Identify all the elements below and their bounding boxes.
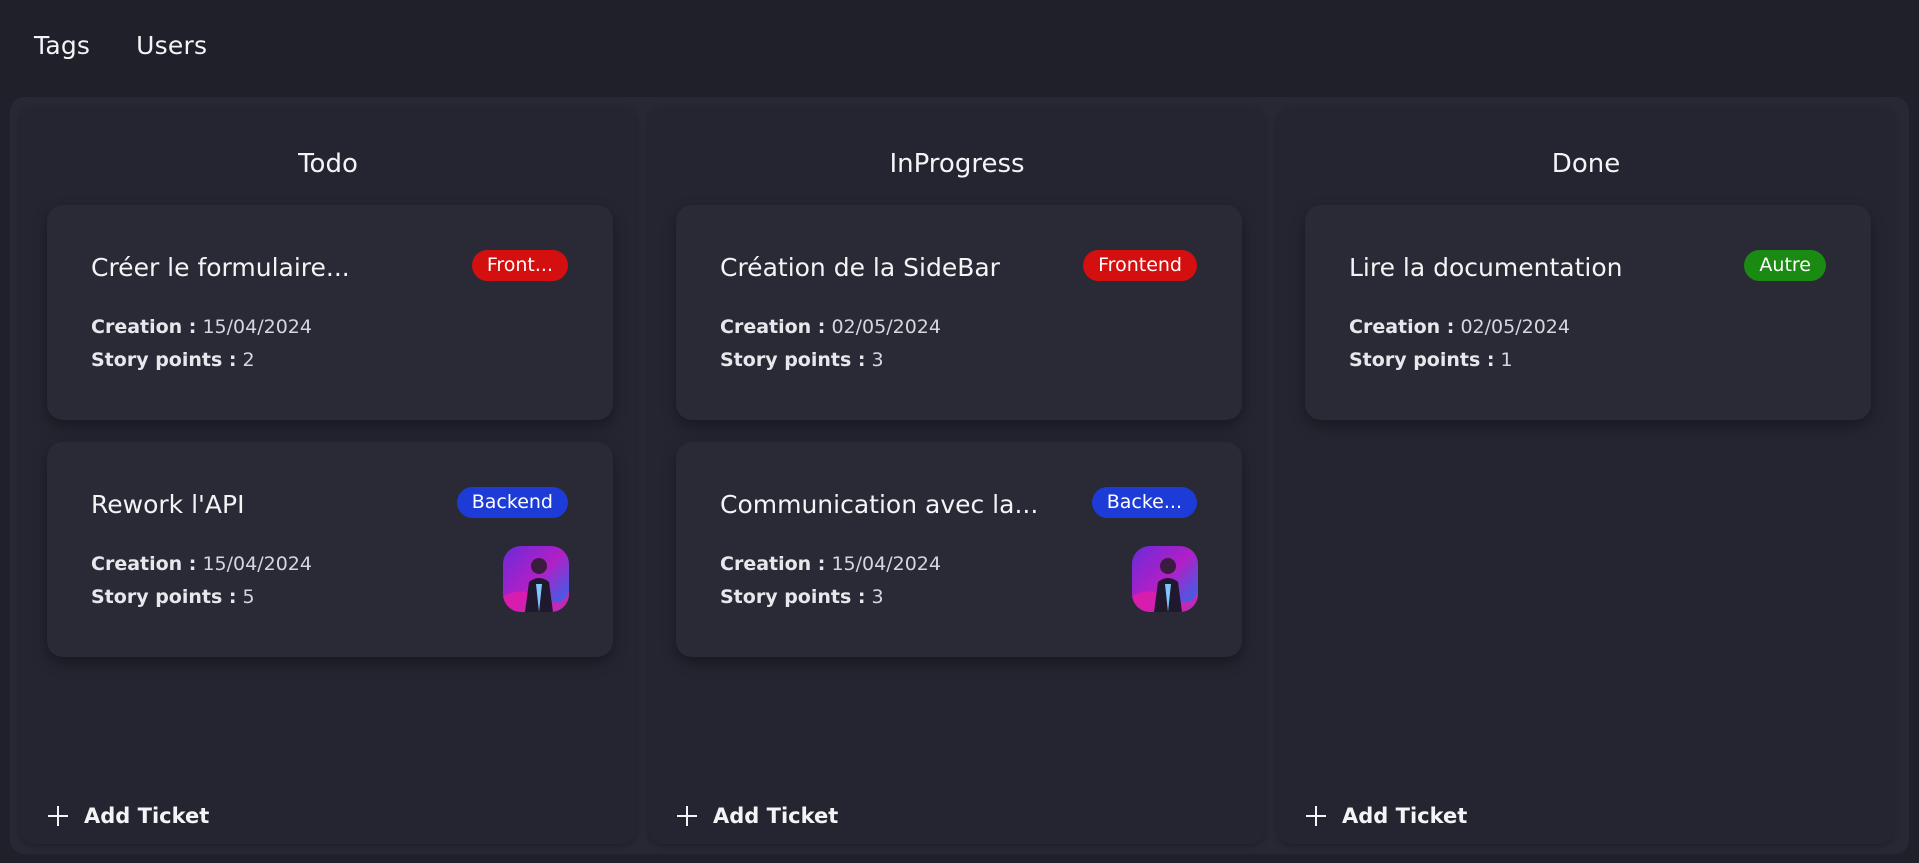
- points-label: Story points :: [91, 586, 237, 608]
- column-todo: Todo Créer le formulaire... Front... Cre…: [20, 107, 636, 844]
- assignee-avatar[interactable]: [503, 546, 569, 612]
- plus-icon: [677, 806, 697, 826]
- ticket-creation: Creation : 02/05/2024: [1349, 316, 1570, 338]
- points-label: Story points :: [720, 586, 866, 608]
- ticket-story-points: Story points : 1: [1349, 349, 1513, 371]
- add-ticket-button[interactable]: Add Ticket: [1304, 804, 1467, 828]
- points-label: Story points :: [720, 349, 866, 371]
- points-value: 5: [242, 586, 255, 608]
- ticket-tag-badge: Backend: [456, 487, 568, 518]
- creation-value: 15/04/2024: [831, 553, 941, 575]
- column-title: InProgress: [889, 149, 1025, 179]
- ticket-story-points: Story points : 5: [91, 586, 255, 608]
- add-ticket-button[interactable]: Add Ticket: [675, 804, 838, 828]
- ticket-creation: Creation : 15/04/2024: [720, 553, 941, 575]
- column-done: Done Lire la documentation Autre Creatio…: [1278, 107, 1894, 844]
- ticket-title: Création de la SideBar: [720, 253, 1000, 282]
- points-value: 2: [242, 349, 255, 371]
- creation-value: 15/04/2024: [202, 316, 312, 338]
- avatar-image: [503, 546, 569, 612]
- column-inprogress: InProgress Création de la SideBar Fronte…: [649, 107, 1265, 844]
- add-ticket-label: Add Ticket: [1342, 804, 1468, 828]
- ticket-story-points: Story points : 2: [91, 349, 255, 371]
- plus-icon: [1306, 806, 1326, 826]
- plus-icon: [48, 806, 68, 826]
- ticket-tag-badge: Frontend: [1083, 250, 1197, 281]
- points-value: 3: [871, 349, 884, 371]
- ticket-story-points: Story points : 3: [720, 349, 884, 371]
- ticket-card[interactable]: Création de la SideBar Frontend Creation…: [676, 205, 1242, 420]
- add-ticket-label: Add Ticket: [713, 804, 839, 828]
- creation-value: 15/04/2024: [202, 553, 312, 575]
- column-title: Todo: [298, 149, 358, 179]
- creation-value: 02/05/2024: [1460, 316, 1570, 338]
- points-value: 3: [871, 586, 884, 608]
- assignee-avatar[interactable]: [1132, 546, 1198, 612]
- points-label: Story points :: [91, 349, 237, 371]
- ticket-title: Rework l'API: [91, 490, 245, 519]
- points-label: Story points :: [1349, 349, 1495, 371]
- avatar-image: [1132, 546, 1198, 612]
- nav-users-link[interactable]: Users: [136, 31, 207, 60]
- ticket-card[interactable]: Lire la documentation Autre Creation : 0…: [1305, 205, 1871, 420]
- creation-label: Creation :: [720, 316, 826, 338]
- ticket-creation: Creation : 02/05/2024: [720, 316, 941, 338]
- ticket-card[interactable]: Rework l'API Backend Creation : 15/04/20…: [47, 442, 613, 657]
- ticket-card[interactable]: Créer le formulaire... Front... Creation…: [47, 205, 613, 420]
- creation-value: 02/05/2024: [831, 316, 941, 338]
- ticket-title: Lire la documentation: [1349, 253, 1623, 282]
- nav-tags-link[interactable]: Tags: [34, 31, 90, 60]
- points-value: 1: [1500, 349, 1513, 371]
- ticket-card[interactable]: Communication avec la... Backe... Creati…: [676, 442, 1242, 657]
- add-ticket-label: Add Ticket: [84, 804, 210, 828]
- creation-label: Creation :: [91, 553, 197, 575]
- ticket-creation: Creation : 15/04/2024: [91, 316, 312, 338]
- ticket-creation: Creation : 15/04/2024: [91, 553, 312, 575]
- column-title: Done: [1551, 149, 1621, 179]
- ticket-tag-badge: Autre: [1744, 250, 1826, 281]
- creation-label: Creation :: [1349, 316, 1455, 338]
- ticket-tag-badge: Front...: [471, 250, 568, 281]
- top-nav: Tags Users: [0, 0, 1919, 90]
- ticket-story-points: Story points : 3: [720, 586, 884, 608]
- creation-label: Creation :: [91, 316, 197, 338]
- add-ticket-button[interactable]: Add Ticket: [46, 804, 209, 828]
- ticket-title: Communication avec la...: [720, 490, 1039, 519]
- creation-label: Creation :: [720, 553, 826, 575]
- ticket-tag-badge: Backe...: [1091, 487, 1197, 518]
- ticket-title: Créer le formulaire...: [91, 253, 350, 282]
- kanban-board: Todo Créer le formulaire... Front... Cre…: [10, 97, 1909, 854]
